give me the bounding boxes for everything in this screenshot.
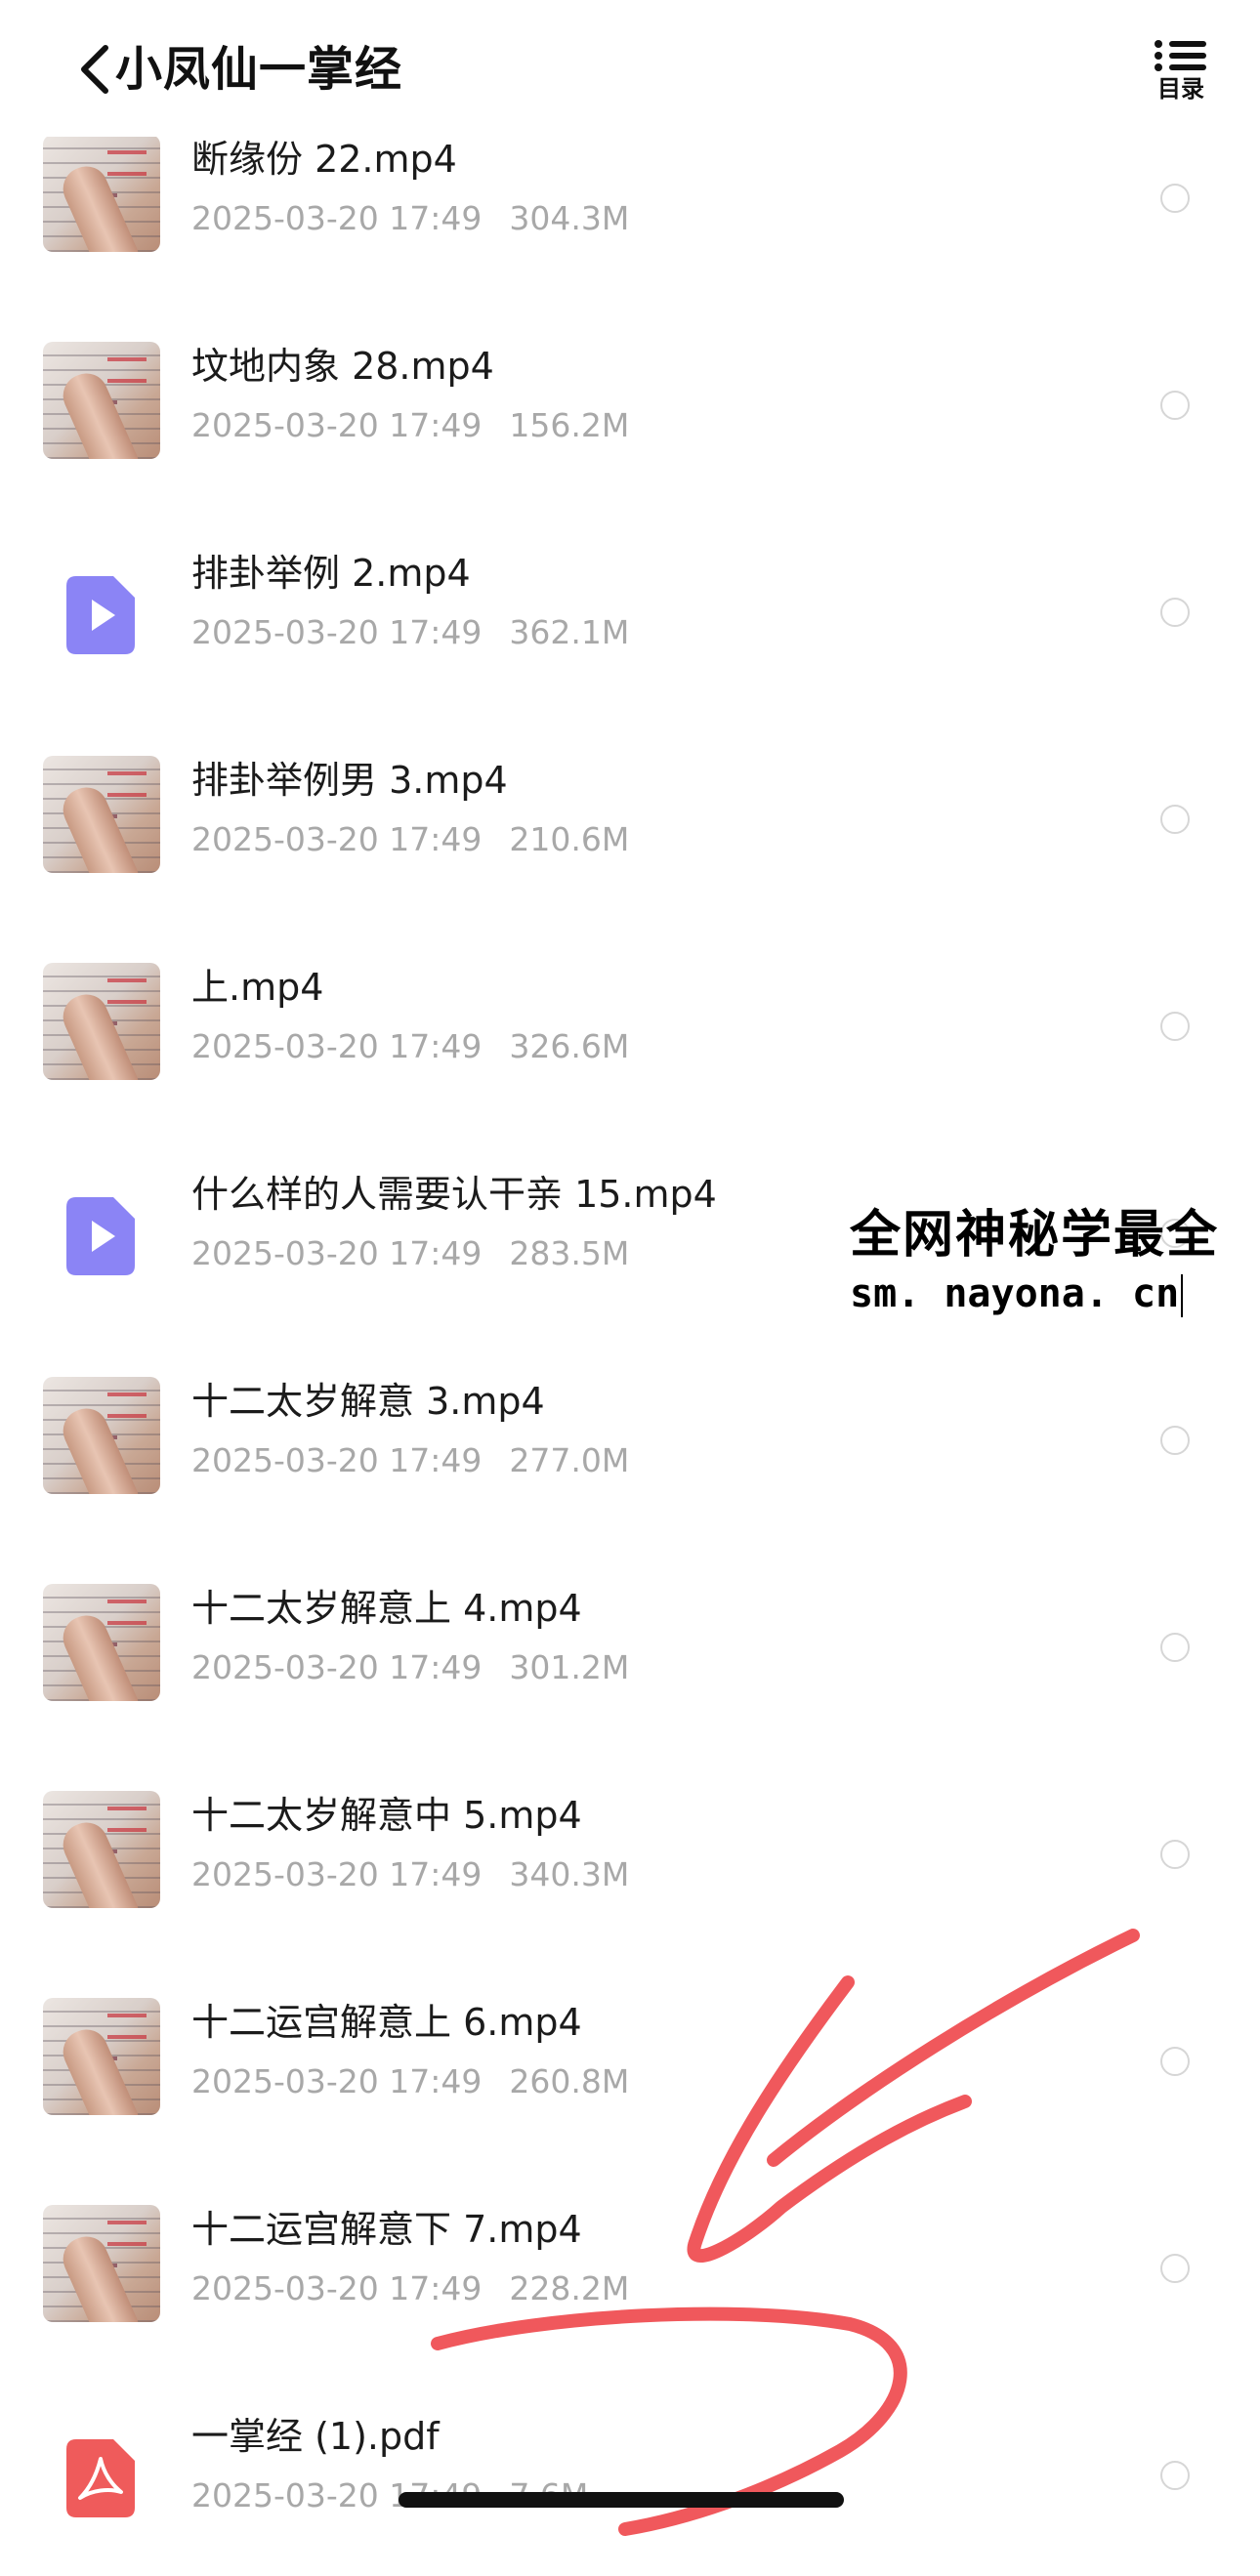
watermark: 全网神秘学最全 sm. nayona. cn bbox=[850, 1203, 1219, 1320]
file-size: 326.6M bbox=[509, 1027, 630, 1065]
file-name: 十二太岁解意上 4.mp4 bbox=[191, 1587, 582, 1630]
video-thumbnail bbox=[43, 1791, 160, 1908]
file-size: 283.5M bbox=[509, 1234, 630, 1272]
select-radio[interactable] bbox=[1160, 805, 1190, 834]
select-radio[interactable] bbox=[1160, 598, 1190, 627]
file-date: 2025-03-20 17:49 bbox=[191, 199, 483, 237]
file-meta: 2025-03-20 17:49 156.2M bbox=[191, 404, 629, 447]
video-thumbnail bbox=[43, 1377, 160, 1494]
file-size: 228.2M bbox=[509, 2269, 630, 2307]
home-indicator[interactable] bbox=[399, 2492, 844, 2508]
file-meta: 2025-03-20 17:49 362.1M bbox=[191, 611, 629, 654]
file-date: 2025-03-20 17:49 bbox=[191, 2062, 483, 2100]
video-thumbnail bbox=[43, 1998, 160, 2115]
file-date: 2025-03-20 17:49 bbox=[191, 1234, 483, 1272]
watermark-line1: 全网神秘学最全 bbox=[850, 1206, 1220, 1265]
file-size: 301.2M bbox=[509, 1648, 630, 1686]
select-radio[interactable] bbox=[1160, 2254, 1190, 2283]
file-date: 2025-03-20 17:49 bbox=[191, 820, 483, 858]
pdf-file-icon bbox=[66, 2439, 135, 2517]
back-button[interactable] bbox=[70, 35, 119, 104]
file-row[interactable]: 排卦举例 2.mp4 2025-03-20 17:49 362.1M bbox=[0, 502, 1260, 709]
file-size: 362.1M bbox=[509, 613, 630, 651]
file-meta: 2025-03-20 17:49 210.6M bbox=[191, 818, 629, 861]
video-thumbnail bbox=[43, 1584, 160, 1701]
file-size: 156.2M bbox=[509, 406, 630, 444]
file-meta: 2025-03-20 17:49 326.6M bbox=[191, 1025, 629, 1068]
select-radio[interactable] bbox=[1160, 1840, 1190, 1869]
file-row[interactable]: 排卦举例男 3.mp4 2025-03-20 17:49 210.6M bbox=[0, 709, 1260, 916]
file-meta: 2025-03-20 17:49 277.0M bbox=[191, 1439, 629, 1482]
file-size: 340.3M bbox=[509, 1855, 630, 1893]
file-name: 一掌经 (1).pdf bbox=[191, 2415, 440, 2458]
file-date: 2025-03-20 17:49 bbox=[191, 2269, 483, 2307]
file-name: 十二太岁解意 3.mp4 bbox=[191, 1380, 545, 1423]
file-name: 排卦举例 2.mp4 bbox=[191, 552, 471, 595]
chevron-left-icon bbox=[81, 45, 108, 94]
select-radio[interactable] bbox=[1160, 1012, 1190, 1041]
file-date: 2025-03-20 17:49 bbox=[191, 406, 483, 444]
watermark-line2: sm. nayona. cn bbox=[850, 1271, 1180, 1316]
file-date: 2025-03-20 17:49 bbox=[191, 1648, 483, 1686]
file-date: 2025-03-20 17:49 bbox=[191, 1027, 483, 1065]
file-row[interactable]: 十二太岁解意 3.mp4 2025-03-20 17:49 277.0M bbox=[0, 1330, 1260, 1537]
file-name: 什么样的人需要认干亲 15.mp4 bbox=[191, 1173, 717, 1216]
select-radio[interactable] bbox=[1160, 2461, 1190, 2490]
file-date: 2025-03-20 17:49 bbox=[191, 1441, 483, 1479]
file-name: 十二运宫解意下 7.mp4 bbox=[191, 2208, 582, 2251]
page-title: 小凤仙一掌经 bbox=[115, 42, 403, 97]
file-meta: 2025-03-20 17:49 283.5M bbox=[191, 1232, 629, 1275]
select-radio[interactable] bbox=[1160, 391, 1190, 420]
file-row[interactable]: 上.mp4 2025-03-20 17:49 326.6M bbox=[0, 916, 1260, 1123]
file-name: 断缘份 22.mp4 bbox=[191, 138, 457, 181]
video-thumbnail bbox=[43, 135, 160, 252]
file-name: 十二太岁解意中 5.mp4 bbox=[191, 1794, 582, 1837]
top-bar: 小凤仙一掌经 目录 bbox=[0, 0, 1260, 137]
toc-button[interactable]: 目录 bbox=[1147, 39, 1215, 109]
video-thumbnail bbox=[43, 2205, 160, 2322]
select-radio[interactable] bbox=[1160, 2047, 1190, 2076]
file-size: 277.0M bbox=[509, 1441, 630, 1479]
file-name: 上.mp4 bbox=[191, 966, 324, 1009]
file-size: 260.8M bbox=[509, 2062, 630, 2100]
file-meta: 2025-03-20 17:49 260.8M bbox=[191, 2060, 629, 2103]
file-row[interactable]: 坟地内象 28.mp4 2025-03-20 17:49 156.2M bbox=[0, 295, 1260, 502]
file-name: 排卦举例男 3.mp4 bbox=[191, 759, 508, 802]
list-icon bbox=[1155, 40, 1206, 71]
file-meta: 2025-03-20 17:49 228.2M bbox=[191, 2267, 629, 2310]
video-thumbnail bbox=[43, 756, 160, 873]
file-name: 坟地内象 28.mp4 bbox=[191, 345, 494, 388]
file-meta: 2025-03-20 17:49 340.3M bbox=[191, 1853, 629, 1896]
text-cursor bbox=[1181, 1274, 1184, 1317]
file-date: 2025-03-20 17:49 bbox=[191, 1855, 483, 1893]
video-thumbnail bbox=[43, 342, 160, 459]
select-radio[interactable] bbox=[1160, 1426, 1190, 1455]
file-date: 2025-03-20 17:49 bbox=[191, 613, 483, 651]
file-size: 210.6M bbox=[509, 820, 630, 858]
select-radio[interactable] bbox=[1160, 184, 1190, 213]
file-row[interactable]: 十二运宫解意上 6.mp4 2025-03-20 17:49 260.8M bbox=[0, 1951, 1260, 2158]
file-name: 十二运宫解意上 6.mp4 bbox=[191, 2001, 582, 2044]
video-file-icon bbox=[66, 576, 135, 654]
file-meta: 2025-03-20 17:49 301.2M bbox=[191, 1646, 629, 1689]
file-row[interactable]: 一掌经 (1).pdf2025-03-20 17:497.6M bbox=[0, 2365, 1260, 2572]
file-row[interactable]: 十二太岁解意中 5.mp4 2025-03-20 17:49 340.3M bbox=[0, 1744, 1260, 1951]
toc-label: 目录 bbox=[1157, 75, 1204, 103]
file-size: 304.3M bbox=[509, 199, 630, 237]
file-row[interactable]: 十二太岁解意上 4.mp4 2025-03-20 17:49 301.2M bbox=[0, 1537, 1260, 1744]
file-row[interactable]: 十二运宫解意下 7.mp4 2025-03-20 17:49 228.2M bbox=[0, 2158, 1260, 2365]
video-file-icon bbox=[66, 1197, 135, 1275]
video-thumbnail bbox=[43, 963, 160, 1080]
file-meta: 2025-03-20 17:49 304.3M bbox=[191, 197, 629, 240]
select-radio[interactable] bbox=[1160, 1633, 1190, 1662]
